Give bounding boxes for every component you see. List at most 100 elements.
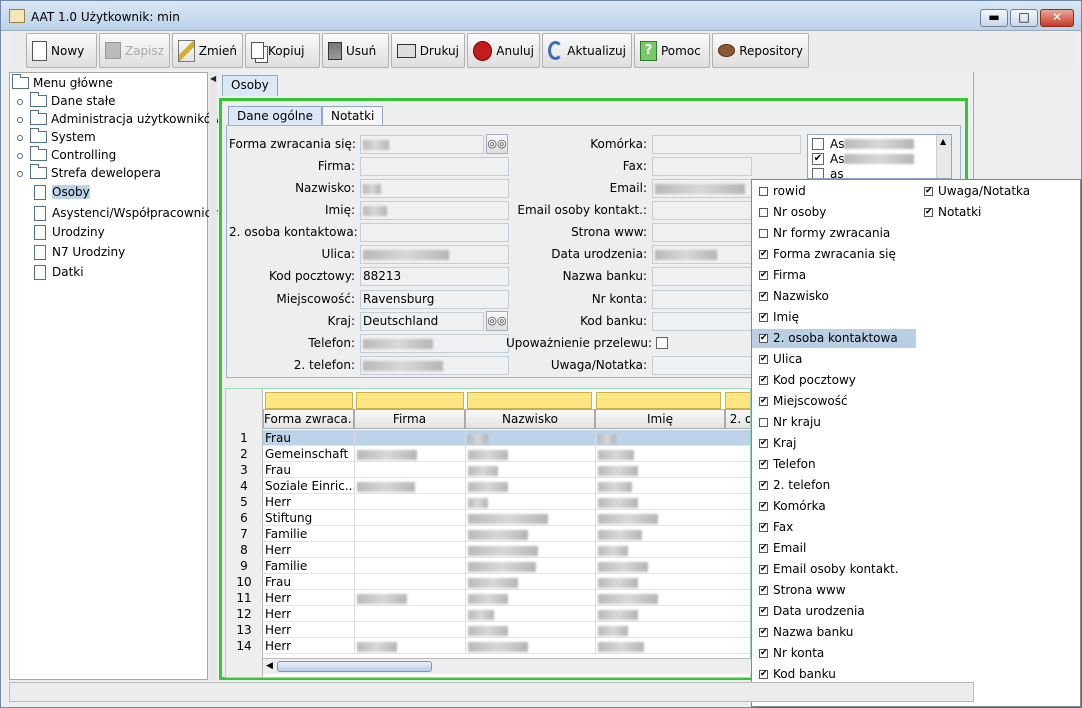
ulica-field[interactable] [360, 245, 509, 264]
popup-menu-item[interactable]: ✔ Komórka [752, 497, 916, 516]
table-row[interactable]: 12 Herr [226, 606, 750, 622]
popup-menu-item[interactable]: ✔ Kod pocztowy [752, 371, 916, 390]
expand-handle-icon[interactable] [17, 171, 23, 177]
refresh-button[interactable]: Aktualizuj [542, 33, 632, 68]
popup-menu-item[interactable]: ✔ Nazwa banku [752, 623, 916, 642]
cell-blurred[interactable] [595, 462, 725, 478]
menu-checkbox-icon[interactable]: ✔ [759, 565, 768, 574]
collapse-arrow-icon[interactable]: ◀ [210, 74, 216, 83]
table-row[interactable]: 8 Herr [226, 542, 750, 558]
cell-forma[interactable]: Herr [263, 622, 354, 638]
tree-root[interactable]: Menu główne [12, 74, 113, 92]
cell-blurred[interactable] [354, 430, 465, 446]
cell-blurred[interactable] [465, 638, 595, 654]
menu-checkbox-icon[interactable]: ✔ [759, 292, 768, 301]
filter-cell-forma[interactable] [265, 392, 353, 409]
tab-notatki[interactable]: Notatki [322, 106, 384, 127]
column-header-nazwisko[interactable]: Nazwisko [465, 409, 595, 429]
menu-checkbox-icon[interactable]: ✔ [759, 460, 768, 469]
cell-blurred[interactable] [465, 558, 595, 574]
upowaznienie-checkbox[interactable] [656, 337, 668, 349]
miejscowosc-field[interactable]: Ravensburg [360, 290, 509, 309]
cell-blurred[interactable] [465, 574, 595, 590]
tree-item-system[interactable]: System [30, 128, 96, 146]
assistant-checkbox[interactable] [812, 138, 824, 150]
popup-menu-item[interactable]: ✔ Forma zwracania się [752, 245, 916, 264]
menu-checkbox-icon[interactable]: ✔ [759, 670, 768, 679]
cell-blurred[interactable] [595, 526, 725, 542]
cell-blurred[interactable] [595, 622, 725, 638]
cell-blurred[interactable] [595, 590, 725, 606]
cancel-button[interactable]: Anuluj [467, 33, 540, 68]
column-header-firma[interactable]: Firma [354, 409, 465, 429]
cell-blurred[interactable] [354, 526, 465, 542]
cell-blurred[interactable] [465, 446, 595, 462]
kraj-field[interactable]: Deutschland [360, 312, 484, 331]
cell-blurred[interactable] [595, 558, 725, 574]
tree-item-osoby[interactable]: Osoby [34, 183, 90, 201]
expand-handle-icon[interactable] [17, 99, 23, 105]
strona-www-field[interactable] [652, 223, 752, 242]
table-row[interactable]: 4 Soziale Einric... [226, 478, 750, 494]
menu-checkbox-icon[interactable]: ✔ [759, 586, 768, 595]
column-header-forma[interactable]: Forma zwraca... [263, 409, 354, 429]
popup-menu-item[interactable]: ✔ Nr konta [752, 644, 916, 663]
popup-menu-item[interactable]: Nr formy zwracania [752, 224, 916, 243]
osoba-kontaktowa-field[interactable] [360, 223, 509, 242]
scroll-thumb[interactable] [277, 661, 432, 672]
list-scrollbar[interactable]: ▲ [936, 135, 951, 178]
popup-menu-item[interactable]: ✔ Email osoby kontakt. [752, 560, 916, 579]
cell-blurred[interactable] [465, 622, 595, 638]
expand-handle-icon[interactable] [17, 153, 23, 159]
telefon-field[interactable] [360, 334, 509, 353]
menu-checkbox-icon[interactable]: ✔ [759, 649, 768, 658]
menu-checkbox-icon[interactable]: ✔ [759, 376, 768, 385]
tree-item-n7-urodziny[interactable]: N7 Urodziny [34, 243, 125, 261]
binoculars-icon[interactable]: ◎◎ [486, 311, 508, 331]
popup-menu-item[interactable]: ✔ Strona www [752, 581, 916, 600]
menu-checkbox-icon[interactable]: ✔ [924, 187, 933, 196]
tree-item-urodziny[interactable]: Urodziny [34, 223, 105, 241]
popup-menu-item[interactable]: ✔ Nazwisko [752, 287, 916, 306]
expand-handle-icon[interactable] [17, 135, 23, 141]
tree-item-asystenci[interactable]: Asystenci/Współpracownicy [34, 204, 218, 222]
table-row[interactable]: 11 Herr [226, 590, 750, 606]
column-header-imie[interactable]: Imię [595, 409, 725, 429]
menu-checkbox-icon[interactable]: ✔ [759, 250, 768, 259]
uwaga-field[interactable] [652, 356, 752, 375]
cell-blurred[interactable] [595, 542, 725, 558]
cell-blurred[interactable] [465, 590, 595, 606]
komorka-field[interactable] [652, 135, 801, 154]
cell-blurred[interactable] [354, 510, 465, 526]
menu-checkbox-icon[interactable]: ✔ [759, 355, 768, 364]
popup-menu-item[interactable]: ✔ Data urodzenia [752, 602, 916, 621]
cell-forma[interactable]: Herr [263, 590, 354, 606]
forma-field[interactable] [360, 135, 484, 154]
popup-menu-item[interactable]: ✔ Uwaga/Notatka [917, 182, 1067, 201]
menu-checkbox-icon[interactable]: ✔ [759, 439, 768, 448]
cell-blurred[interactable] [595, 606, 725, 622]
splitter[interactable]: ◀ [209, 72, 217, 680]
menu-checkbox-icon[interactable]: ✔ [759, 502, 768, 511]
assistant-checkbox[interactable] [812, 168, 824, 178]
cell-blurred[interactable] [465, 526, 595, 542]
tab-dane-ogolne[interactable]: Dane ogólne [228, 106, 323, 127]
cell-forma[interactable]: Frau [263, 574, 354, 590]
telefon-2-field[interactable] [360, 356, 509, 375]
cell-blurred[interactable] [465, 606, 595, 622]
cell-forma[interactable]: Herr [263, 606, 354, 622]
table-row[interactable]: 13 Herr [226, 622, 750, 638]
table-row[interactable]: 10 Frau [226, 574, 750, 590]
cell-blurred[interactable] [465, 462, 595, 478]
list-item[interactable]: ✔ As [812, 152, 915, 166]
cell-forma[interactable]: Soziale Einric... [263, 478, 354, 494]
table-row[interactable]: 2 Gemeinschaft [226, 446, 750, 462]
cell-blurred[interactable] [465, 542, 595, 558]
cell-blurred[interactable] [354, 574, 465, 590]
copy-button[interactable]: Kopiuj [245, 33, 320, 68]
email-field[interactable] [652, 179, 752, 198]
menu-checkbox-icon[interactable]: ✔ [924, 208, 933, 217]
minimize-button[interactable]: ▬ [980, 9, 1008, 27]
menu-checkbox-icon[interactable] [759, 187, 768, 196]
menu-checkbox-icon[interactable] [759, 418, 768, 427]
